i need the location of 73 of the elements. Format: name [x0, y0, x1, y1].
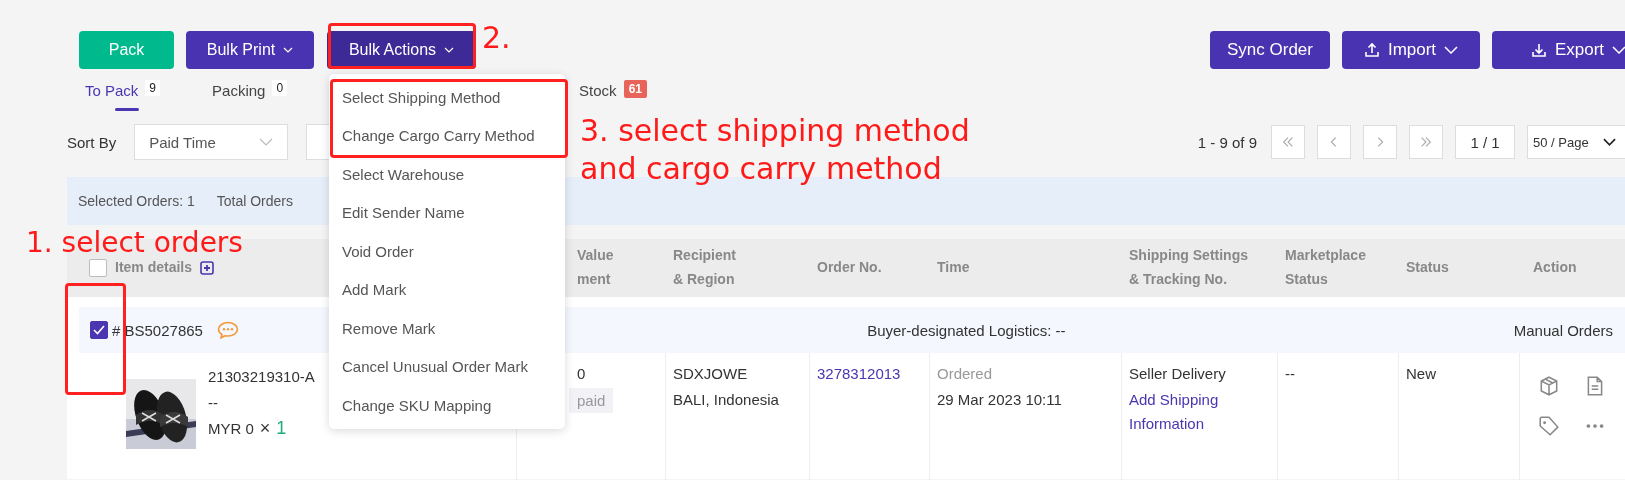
annotation-text: 3. select shipping method and cargo carry method	[580, 112, 970, 188]
double-chevron-right-icon	[1419, 135, 1433, 149]
selected-count: Selected Orders: 1	[78, 193, 195, 209]
tab-label: Packing	[212, 82, 266, 99]
upload-icon	[1363, 42, 1380, 58]
page-field[interactable]: 1 / 1	[1455, 125, 1515, 159]
menu-item[interactable]: Change SKU Mapping	[329, 386, 565, 425]
tag-icon[interactable]	[1538, 415, 1560, 437]
page-size-select[interactable]: 50 / Page	[1527, 125, 1625, 159]
marketplace-status: --	[1285, 365, 1295, 382]
download-icon	[1530, 42, 1547, 58]
menu-item[interactable]: Cancel Unusual Order Mark	[329, 347, 565, 386]
count-badge: 0	[272, 80, 288, 96]
menu-item[interactable]: Change Cargo Carry Method	[329, 116, 565, 155]
menu-item[interactable]: Void Order	[329, 232, 565, 271]
annotation-text: 2.	[482, 20, 511, 55]
order-status: New	[1406, 365, 1436, 382]
total-count: Total Orders	[216, 193, 293, 209]
page-range: 1 - 9 of 9	[1197, 133, 1257, 151]
item-quantity: 1	[276, 419, 287, 438]
toolbar-button[interactable]: Bulk Print	[186, 31, 314, 69]
column-header: Action	[1533, 258, 1577, 278]
expand-icon[interactable]	[200, 261, 215, 275]
shipping-method: Seller Delivery	[1129, 365, 1227, 383]
menu-item[interactable]: Add Mark	[329, 270, 565, 309]
column-header: Item details	[115, 258, 193, 278]
checkbox[interactable]	[89, 259, 107, 277]
item-sku: 21303219310-A	[208, 367, 315, 386]
add-shipping-link[interactable]: Add Shipping Information	[1129, 388, 1239, 436]
menu-item[interactable]: Remove Mark	[329, 309, 565, 348]
order-number: # BS5027865	[112, 321, 203, 339]
tab[interactable]: Stock 61	[579, 79, 647, 113]
column-header: Shipping Settings & Tracking No.	[1129, 246, 1248, 289]
column-header: Marketplace Status	[1285, 246, 1366, 289]
column-header: Recipient & Region	[673, 246, 736, 289]
order-number-link[interactable]: 3278312013	[817, 365, 901, 382]
column-header: Time	[937, 258, 970, 278]
menu-item[interactable]: Select Shipping Method	[329, 78, 565, 117]
order-source: Manual Orders	[1513, 321, 1613, 339]
column-header: Value ment	[577, 246, 614, 289]
column-header: Status	[1406, 258, 1449, 278]
recipient-name: SDXJOWE	[673, 365, 749, 383]
multiply-sign: ×	[259, 419, 271, 438]
order-time: 29 Mar 2023 10:11	[937, 391, 1063, 409]
toolbar-button[interactable]: Import	[1342, 31, 1480, 69]
column-header: Order No.	[817, 258, 882, 278]
menu-item[interactable]: Select Warehouse	[329, 155, 565, 194]
order-value: 0	[577, 365, 586, 382]
sort-label: Sort By	[67, 133, 117, 151]
tab-label: Stock	[579, 82, 617, 99]
tab[interactable]: Packing 0	[212, 79, 288, 113]
menu-item[interactable]: Edit Sender Name	[329, 193, 565, 232]
chevron-down-icon	[1602, 138, 1616, 146]
recipient-region: BALI, Indonesia	[673, 391, 780, 409]
package-icon[interactable]	[1538, 375, 1560, 397]
annotation-text: 1. select orders	[26, 226, 243, 259]
toolbar-button[interactable]: Bulk Actions	[327, 31, 476, 69]
count-badge: 61	[623, 80, 647, 98]
toolbar-button[interactable]: Export	[1492, 31, 1625, 69]
item-price: MYR 0	[208, 419, 254, 438]
sort-select[interactable]: Paid Time	[134, 124, 289, 160]
chevron-down-icon	[259, 138, 274, 146]
chat-bubble-icon[interactable]	[216, 321, 239, 339]
logistics-info: Buyer-designated Logistics: --	[867, 321, 1066, 339]
item-variant: --	[208, 393, 219, 412]
count-badge: 9	[145, 80, 161, 96]
tab[interactable]: To Pack 9	[85, 79, 161, 113]
payment-tag: paid	[569, 388, 614, 413]
checkbox[interactable]	[90, 321, 108, 339]
toolbar-button[interactable]: Sync Order	[1210, 31, 1330, 69]
time-label: Ordered	[937, 365, 994, 383]
tab-label: To Pack	[85, 82, 139, 99]
double-chevron-left-icon	[1281, 135, 1295, 149]
